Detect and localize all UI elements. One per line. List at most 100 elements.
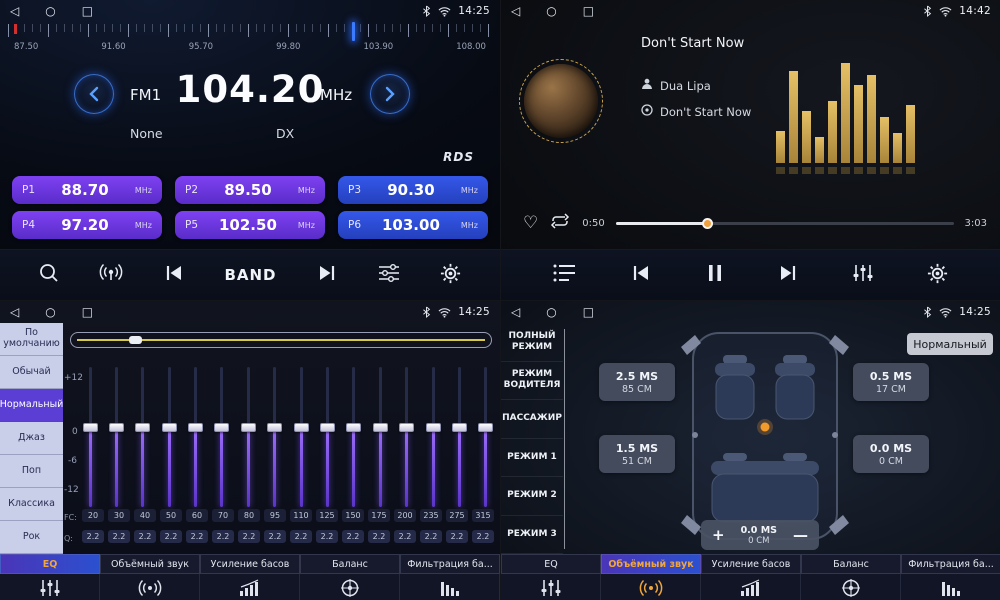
eq-preset-item[interactable]: Поп: [0, 455, 63, 488]
eq-band-handle[interactable]: [109, 423, 124, 432]
previous-station-button[interactable]: [162, 263, 186, 287]
radio-preset-button[interactable]: P4 97.20 MHz: [12, 211, 162, 239]
surround-preset-button[interactable]: Нормальный: [907, 333, 993, 355]
listening-mode-item[interactable]: РЕЖИМ 1: [501, 439, 563, 478]
tab-bass-boost[interactable]: Усиление басов: [701, 554, 801, 600]
progress-knob[interactable]: [702, 218, 713, 229]
nav-recent-button[interactable]: □: [583, 0, 594, 22]
delay-front-left[interactable]: 2.5 MS 85 CM: [599, 363, 675, 401]
master-fader[interactable]: [70, 332, 492, 348]
favorite-heart-button[interactable]: ♡: [523, 215, 538, 232]
eq-band-slider[interactable]: [346, 367, 362, 507]
next-track-button[interactable]: [776, 263, 800, 287]
next-station-button[interactable]: [315, 263, 339, 287]
nav-recent-button[interactable]: □: [82, 301, 93, 323]
radio-preset-button[interactable]: P6 103.00 MHz: [338, 211, 488, 239]
eq-band-slider[interactable]: [240, 367, 256, 507]
delay-rear-left[interactable]: 1.5 MS 51 CM: [599, 435, 675, 473]
seek-up-button[interactable]: [370, 74, 410, 114]
eq-band-slider[interactable]: [451, 367, 467, 507]
eq-band-handle[interactable]: [135, 423, 150, 432]
equalizer-button[interactable]: [852, 263, 874, 287]
eq-band-slider[interactable]: [267, 367, 283, 507]
mixer-button[interactable]: [377, 263, 401, 287]
radio-preset-button[interactable]: P2 89.50 MHz: [175, 176, 325, 204]
listening-mode-item[interactable]: РЕЖИМ 3: [501, 516, 563, 555]
eq-band-handle[interactable]: [214, 423, 229, 432]
radio-preset-button[interactable]: P5 102.50 MHz: [175, 211, 325, 239]
eq-preset-item[interactable]: Нормальный: [0, 389, 63, 422]
eq-band-handle[interactable]: [346, 423, 361, 432]
eq-band-handle[interactable]: [188, 423, 203, 432]
eq-band-handle[interactable]: [267, 423, 282, 432]
eq-band-slider[interactable]: [425, 367, 441, 507]
delay-increase-button[interactable]: +: [712, 528, 725, 543]
tab-filter[interactable]: Фильтрация ба...: [400, 554, 500, 600]
tab-surround[interactable]: Объёмный звук: [100, 554, 200, 600]
nav-home-button[interactable]: ○: [45, 301, 55, 323]
eq-band-handle[interactable]: [320, 423, 335, 432]
eq-band-slider[interactable]: [478, 367, 494, 507]
eq-band-handle[interactable]: [294, 423, 309, 432]
eq-preset-item[interactable]: Джаз: [0, 422, 63, 455]
nav-home-button[interactable]: ○: [45, 0, 55, 22]
eq-band-handle[interactable]: [452, 423, 467, 432]
eq-band-handle[interactable]: [162, 423, 177, 432]
frequency-ruler[interactable]: 87.5091.6095.7099.80103.90108.00: [8, 24, 492, 58]
tab-surround[interactable]: Объёмный звук: [601, 554, 701, 600]
tab-eq[interactable]: EQ: [501, 554, 601, 600]
nav-back-button[interactable]: ◁: [511, 301, 520, 323]
repeat-button[interactable]: [549, 213, 571, 233]
band-button[interactable]: BAND: [224, 266, 276, 284]
nav-recent-button[interactable]: □: [82, 0, 93, 22]
eq-band-slider[interactable]: [372, 367, 388, 507]
master-fader-handle[interactable]: [129, 336, 142, 344]
eq-preset-item[interactable]: Рок: [0, 521, 63, 554]
nav-home-button[interactable]: ○: [546, 0, 556, 22]
nav-back-button[interactable]: ◁: [10, 301, 19, 323]
settings-gear-button[interactable]: [926, 262, 949, 289]
eq-preset-item[interactable]: По умолчанию: [0, 323, 63, 356]
eq-band-handle[interactable]: [373, 423, 388, 432]
listening-mode-item[interactable]: РЕЖИМ 2: [501, 477, 563, 516]
tab-filter[interactable]: Фильтрация ба...: [901, 554, 1000, 600]
radio-preset-button[interactable]: P3 90.30 MHz: [338, 176, 488, 204]
playlist-button[interactable]: [553, 263, 577, 287]
tab-eq[interactable]: EQ: [0, 554, 100, 600]
eq-band-handle[interactable]: [241, 423, 256, 432]
nav-home-button[interactable]: ○: [546, 301, 556, 323]
eq-preset-item[interactable]: Обычай: [0, 356, 63, 389]
listening-mode-item[interactable]: ПОЛНЫЙ РЕЖИМ: [501, 323, 563, 362]
delay-front-right[interactable]: 0.5 MS 17 CM: [853, 363, 929, 401]
broadcast-icon-button[interactable]: [98, 262, 124, 288]
nav-back-button[interactable]: ◁: [511, 0, 520, 22]
eq-band-slider[interactable]: [161, 367, 177, 507]
radio-preset-button[interactable]: P1 88.70 MHz: [12, 176, 162, 204]
eq-band-slider[interactable]: [320, 367, 336, 507]
eq-band-handle[interactable]: [478, 423, 493, 432]
eq-band-handle[interactable]: [399, 423, 414, 432]
nav-back-button[interactable]: ◁: [10, 0, 19, 22]
previous-track-button[interactable]: [629, 263, 653, 287]
eq-band-handle[interactable]: [83, 423, 98, 432]
tab-balance[interactable]: Баланс: [300, 554, 400, 600]
tab-balance[interactable]: Баланс: [801, 554, 901, 600]
progress-bar[interactable]: [616, 222, 954, 225]
delay-rear-right[interactable]: 0.0 MS 0 CM: [853, 435, 929, 473]
eq-band-slider[interactable]: [188, 367, 204, 507]
tab-bass-boost[interactable]: Усиление басов: [200, 554, 300, 600]
eq-band-slider[interactable]: [293, 367, 309, 507]
delay-decrease-button[interactable]: —: [793, 528, 808, 543]
eq-preset-item[interactable]: Классика: [0, 488, 63, 521]
settings-gear-button[interactable]: [439, 262, 462, 289]
eq-band-slider[interactable]: [82, 367, 98, 507]
eq-band-slider[interactable]: [399, 367, 415, 507]
eq-band-slider[interactable]: [108, 367, 124, 507]
eq-band-handle[interactable]: [426, 423, 441, 432]
nav-recent-button[interactable]: □: [583, 301, 594, 323]
listening-mode-item[interactable]: ПАССАЖИР: [501, 400, 563, 439]
eq-band-slider[interactable]: [214, 367, 230, 507]
search-stations-button[interactable]: [38, 262, 60, 288]
eq-band-slider[interactable]: [135, 367, 151, 507]
pause-button[interactable]: [705, 263, 725, 287]
